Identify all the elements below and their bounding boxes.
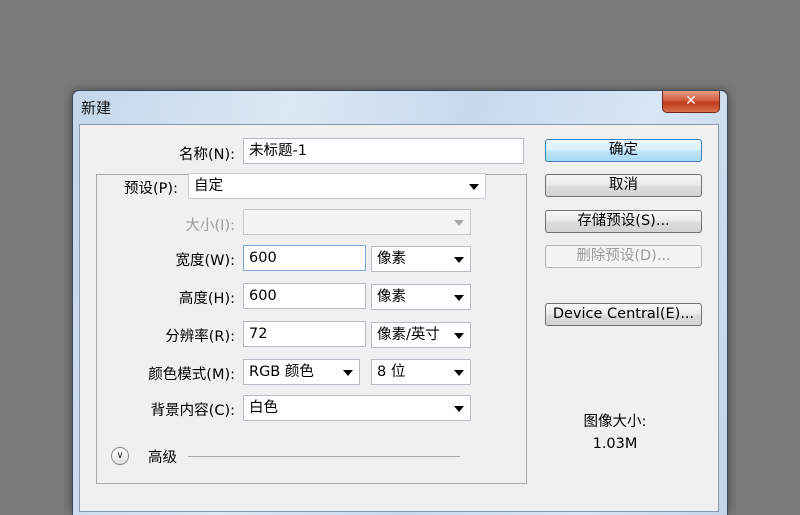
save-preset-button[interactable]: 存储预设(S)...: [545, 210, 702, 233]
close-icon: ✕: [685, 93, 697, 109]
chevron-down-icon: [469, 184, 479, 190]
preset-select[interactable]: 自定: [188, 173, 486, 199]
device-central-button[interactable]: Device Central(E)...: [545, 303, 702, 326]
image-size-value: 1.03M: [592, 436, 638, 452]
preset-value: 自定: [194, 178, 223, 194]
width-unit-select[interactable]: 像素: [371, 246, 471, 272]
new-document-dialog: 新建 ✕ 名称(N): 未标题-1 预设(P): 自定 大小(I): 宽度(W)…: [72, 90, 728, 515]
chevron-down-icon: [454, 333, 464, 339]
cancel-button[interactable]: 取消: [545, 174, 702, 197]
image-size-label: 图像大小:: [583, 414, 647, 430]
advanced-divider: [188, 456, 460, 457]
color-mode-select[interactable]: RGB 颜色: [243, 359, 360, 385]
resolution-label: 分辨率(R):: [165, 329, 235, 345]
height-input[interactable]: 600: [243, 283, 366, 309]
width-unit-value: 像素: [377, 251, 406, 267]
delete-preset-button: 删除预设(D)...: [545, 245, 702, 268]
color-mode-value: RGB 颜色: [249, 364, 314, 380]
chevron-down-icon: [454, 257, 464, 263]
size-select: [243, 209, 471, 235]
resolution-unit-select[interactable]: 像素/英寸: [371, 322, 471, 348]
bit-depth-value: 8 位: [377, 364, 406, 380]
dialog-body: 名称(N): 未标题-1 预设(P): 自定 大小(I): 宽度(W): 600…: [79, 124, 719, 512]
advanced-label[interactable]: 高级: [148, 446, 177, 467]
chevron-down-icon: [454, 295, 464, 301]
width-label: 宽度(W):: [175, 253, 235, 269]
double-chevron-down-icon[interactable]: ∨: [111, 447, 129, 465]
height-unit-select[interactable]: 像素: [371, 284, 471, 310]
color-mode-label: 颜色模式(M):: [148, 367, 235, 383]
chevron-down-icon: [454, 406, 464, 412]
height-unit-value: 像素: [377, 289, 406, 305]
chevron-down-icon: [343, 370, 353, 376]
name-label: 名称(N):: [178, 147, 235, 163]
chevron-down-icon: [454, 220, 464, 226]
preset-label: 预设(P):: [106, 177, 184, 198]
bit-depth-select[interactable]: 8 位: [371, 359, 471, 385]
dialog-title: 新建: [81, 99, 112, 117]
background-label: 背景内容(C):: [150, 403, 235, 419]
close-button[interactable]: ✕: [662, 91, 720, 113]
size-label: 大小(I):: [185, 218, 235, 234]
width-input[interactable]: 600: [243, 245, 366, 271]
ok-button[interactable]: 确定: [545, 139, 702, 162]
resolution-unit-value: 像素/英寸: [377, 327, 440, 343]
chevron-down-icon: [454, 370, 464, 376]
dialog-titlebar[interactable]: 新建 ✕: [73, 91, 727, 124]
background-select[interactable]: 白色: [243, 395, 471, 421]
height-label: 高度(H):: [178, 291, 235, 307]
resolution-input[interactable]: 72: [243, 321, 366, 347]
name-input[interactable]: 未标题-1: [243, 138, 524, 164]
background-value: 白色: [249, 400, 278, 416]
